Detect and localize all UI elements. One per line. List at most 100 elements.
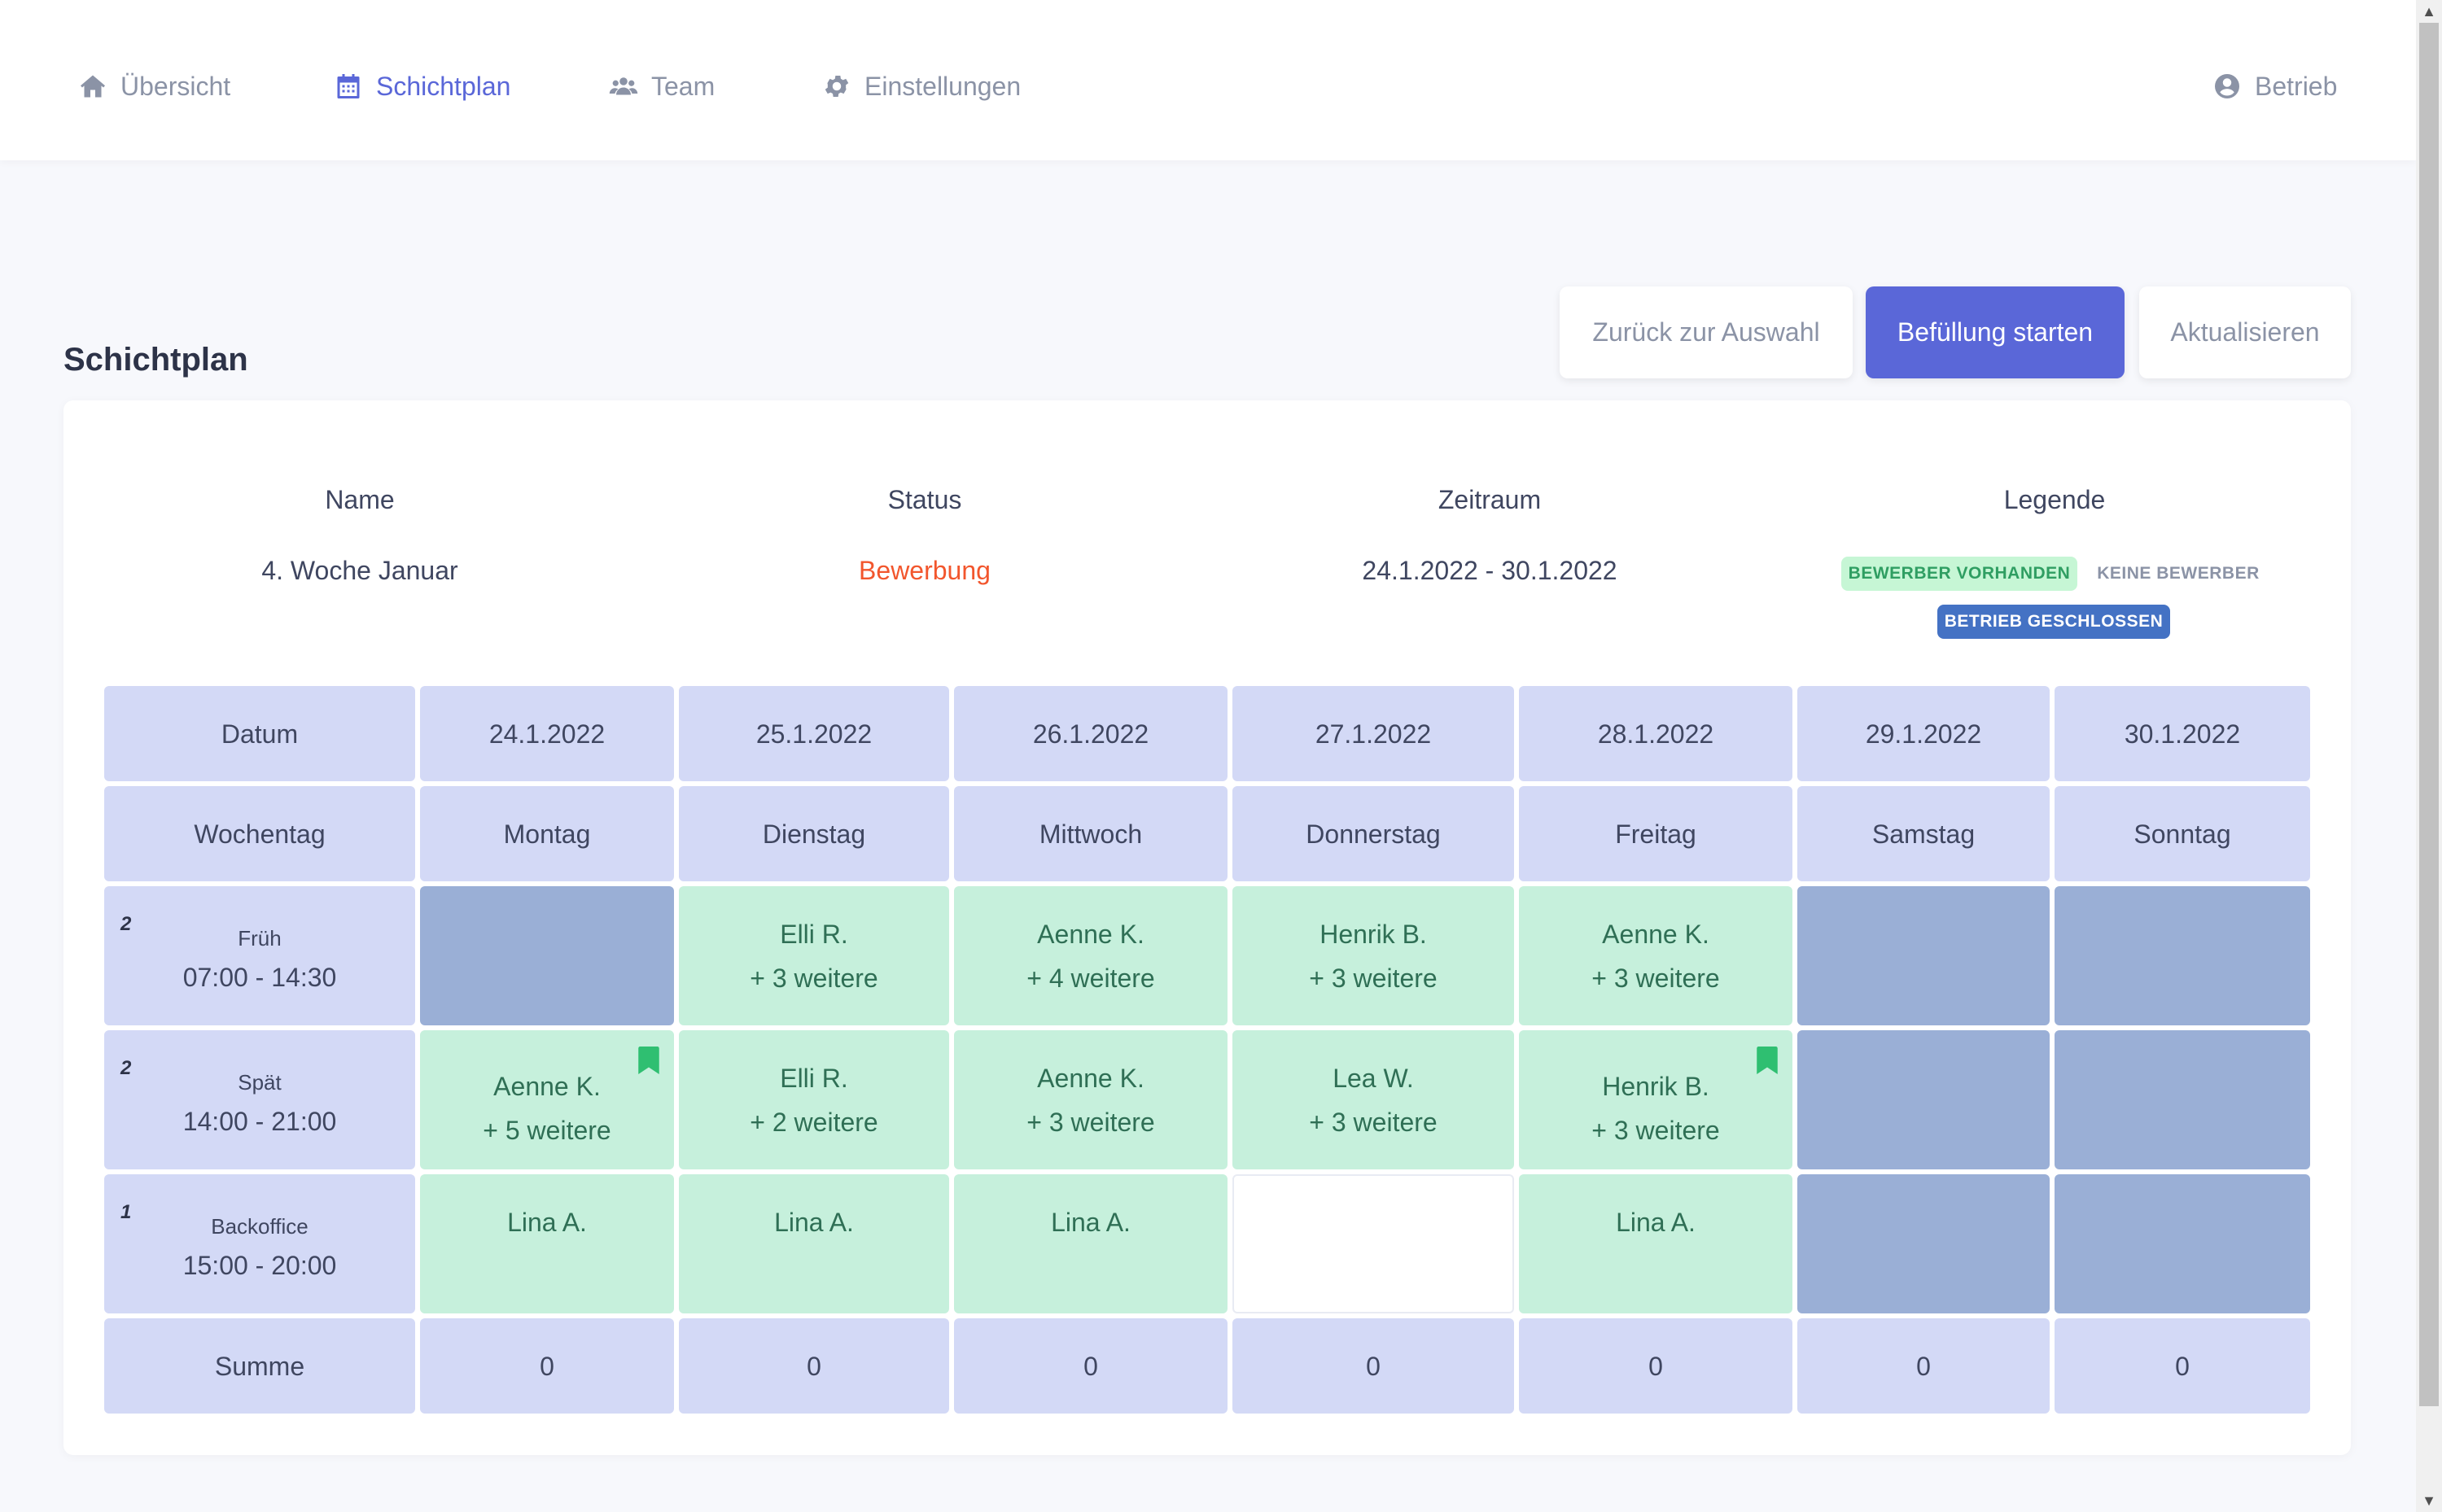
shift-slot-cell[interactable]: Henrik B. + 3 weitere [1232, 886, 1514, 1025]
shift-slot-cell[interactable]: Aenne K. + 5 weitere [420, 1030, 674, 1169]
legend-label: Legende [2003, 485, 2106, 514]
shift-name: Backoffice [211, 1213, 309, 1239]
shift-slot-cell[interactable]: Lea W. + 3 weitere [1232, 1030, 1514, 1169]
shift-slot-cell[interactable]: Aenne K. + 3 weitere [1519, 886, 1792, 1025]
shift-header-cell: 1 Backoffice 15:00 - 20:00 [104, 1174, 415, 1313]
more-applicants-count: + 3 weitere [1591, 1115, 1720, 1145]
more-applicants-count: + 3 weitere [1591, 963, 1720, 993]
applicant-name: Henrik B. [1602, 1071, 1709, 1101]
user-menu[interactable]: Betrieb [2211, 63, 2337, 109]
sum-cell: 0 [1232, 1318, 1514, 1414]
applicant-name: Lina A. [507, 1208, 587, 1237]
shift-slot-count: 1 [120, 1201, 132, 1223]
date-cell: 25.1.2022 [679, 686, 949, 781]
weekday-cell: Samstag [1797, 786, 2050, 881]
date-cell: 30.1.2022 [2055, 686, 2310, 781]
nav-item-label: Einstellungen [864, 71, 1022, 101]
applicant-name: Aenne K. [1602, 919, 1709, 949]
applicant-name: Aenne K. [1037, 1063, 1144, 1093]
shift-slot-cell[interactable]: Henrik B. + 3 weitere [1519, 1030, 1792, 1169]
name-label: Name [325, 485, 395, 514]
weekday-header-cell: Wochentag [104, 786, 415, 881]
empty-shift-cell [1232, 1174, 1514, 1313]
more-applicants-count: + 2 weitere [750, 1107, 878, 1137]
sum-cell: 0 [420, 1318, 674, 1414]
page-scrollbar[interactable]: ▲ ▼ [2416, 0, 2442, 1512]
more-applicants-count: + 4 weitere [1026, 963, 1155, 993]
shift-time: 15:00 - 20:00 [182, 1250, 337, 1280]
refresh-button[interactable]: Aktualisieren [2139, 286, 2351, 378]
gear-icon [821, 70, 853, 103]
closed-shift-cell [2055, 1030, 2310, 1169]
shift-slot-cell[interactable]: Lina A. [679, 1174, 949, 1313]
weekday-cell: Montag [420, 786, 674, 881]
shift-header-cell: 2 Früh 07:00 - 14:30 [104, 886, 415, 1025]
shift-name: Spät [238, 1069, 282, 1095]
weekday-cell: Dienstag [679, 786, 949, 881]
page-title: Schichtplan [63, 342, 248, 378]
date-cell: 26.1.2022 [954, 686, 1228, 781]
closed-shift-cell [1797, 886, 2050, 1025]
shift-slot-cell[interactable]: Lina A. [1519, 1174, 1792, 1313]
more-applicants-count: + 5 weitere [483, 1115, 611, 1145]
users-icon [607, 70, 640, 103]
weekday-cell: Mittwoch [954, 786, 1228, 881]
applicant-name: Lina A. [1051, 1208, 1131, 1237]
status-value: Bewerbung [859, 556, 991, 585]
sum-cell: 0 [679, 1318, 949, 1414]
shift-slot-count: 2 [120, 913, 132, 935]
sum-cell: 0 [954, 1318, 1228, 1414]
nav-item-settings[interactable]: Einstellungen [821, 63, 1021, 109]
shift-time: 14:00 - 21:00 [182, 1106, 337, 1136]
bookmark-icon [638, 1043, 659, 1074]
scroll-down-icon[interactable]: ▼ [2416, 1489, 2442, 1512]
applicant-name: Aenne K. [1037, 919, 1144, 949]
date-cell: 28.1.2022 [1519, 686, 1792, 781]
closed-shift-cell [1797, 1174, 2050, 1313]
shift-header-cell: 2 Spät 14:00 - 21:00 [104, 1030, 415, 1169]
applicant-name: Elli R. [780, 1063, 848, 1093]
weekday-cell: Sonntag [2055, 786, 2310, 881]
shift-slot-cell[interactable]: Aenne K. + 4 weitere [954, 886, 1228, 1025]
sum-cell: 0 [1797, 1318, 2050, 1414]
shift-slot-cell[interactable]: Lina A. [420, 1174, 674, 1313]
more-applicants-count: + 3 weitere [750, 963, 878, 993]
shift-slot-count: 2 [120, 1057, 132, 1079]
shift-slot-cell[interactable]: Aenne K. + 3 weitere [954, 1030, 1228, 1169]
shift-slot-cell[interactable]: Elli R. + 2 weitere [679, 1030, 949, 1169]
nav-item-team[interactable]: Team [607, 63, 715, 109]
date-cell: 29.1.2022 [1797, 686, 2050, 781]
nav-item-label: Team [651, 71, 716, 101]
calendar-icon [332, 70, 365, 103]
weekday-cell: Donnerstag [1232, 786, 1514, 881]
closed-shift-cell [2055, 886, 2310, 1025]
period-value: 24.1.2022 - 30.1.2022 [1362, 556, 1617, 585]
bookmark-icon [1757, 1043, 1778, 1074]
home-icon [77, 70, 109, 103]
start-filling-button[interactable]: Befüllung starten [1866, 286, 2125, 378]
scroll-up-icon[interactable]: ▲ [2416, 0, 2442, 23]
scrollbar-thumb[interactable] [2419, 23, 2439, 1406]
weekday-cell: Freitag [1519, 786, 1792, 881]
status-label: Status [887, 485, 962, 514]
applicant-name: Lina A. [1616, 1208, 1696, 1237]
nav-item-label: Schichtplan [376, 71, 511, 101]
user-menu-label: Betrieb [2255, 71, 2338, 101]
more-applicants-count: + 3 weitere [1309, 963, 1438, 993]
date-cell: 27.1.2022 [1232, 686, 1514, 781]
sum-cell: 0 [1519, 1318, 1792, 1414]
shift-slot-cell[interactable]: Elli R. + 3 weitere [679, 886, 949, 1025]
name-value: 4. Woche Januar [261, 556, 458, 585]
back-to-selection-button[interactable]: Zurück zur Auswahl [1560, 286, 1853, 378]
shift-slot-cell[interactable]: Lina A. [954, 1174, 1228, 1313]
nav-item-overview[interactable]: Übersicht [77, 63, 230, 109]
date-cell: 24.1.2022 [420, 686, 674, 781]
more-applicants-count: + 3 weitere [1026, 1107, 1155, 1137]
closed-shift-cell [1797, 1030, 2050, 1169]
sum-header-cell: Summe [104, 1318, 415, 1414]
legend-badge-has-applicants: BEWERBER VORHANDEN [1841, 557, 2077, 591]
applicant-name: Elli R. [780, 919, 848, 949]
more-applicants-count: + 3 weitere [1309, 1107, 1438, 1137]
legend-badge-closed: BETRIEB GESCHLOSSEN [1937, 605, 2170, 639]
nav-item-shift-plan[interactable]: Schichtplan [332, 63, 510, 109]
